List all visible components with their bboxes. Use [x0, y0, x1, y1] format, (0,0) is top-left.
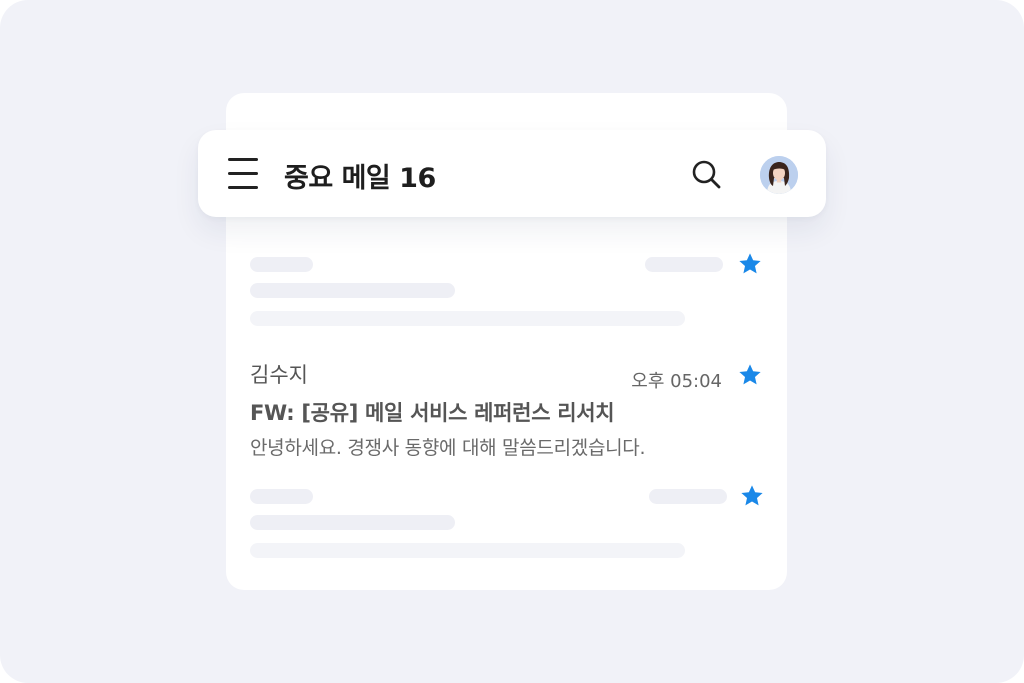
search-icon[interactable] — [690, 158, 722, 190]
page-title: 중요 메일 16 — [284, 163, 436, 194]
top-app-bar: 중요 메일 16 — [198, 130, 826, 217]
menu-icon-line — [228, 172, 258, 175]
mail-sender: 김수지 — [250, 363, 308, 387]
star-icon[interactable] — [739, 483, 765, 509]
mail-preview: 안녕하세요. 경쟁사 동향에 대해 말씀드리겠습니다. — [250, 437, 646, 459]
placeholder-subject — [250, 283, 455, 298]
placeholder-sender — [250, 489, 313, 504]
mail-subject: FW: [공유] 메일 서비스 레퍼런스 리서치 — [250, 401, 615, 425]
menu-icon-line — [228, 186, 258, 189]
placeholder-time — [645, 257, 723, 272]
placeholder-sender — [250, 257, 313, 272]
mail-item[interactable]: 김수지 오후 05:04 FW: [공유] 메일 서비스 레퍼런스 리서치 안녕… — [250, 355, 770, 465]
menu-icon[interactable] — [228, 157, 260, 189]
placeholder-preview — [250, 311, 685, 326]
placeholder-subject — [250, 515, 455, 530]
mail-time: 오후 05:04 — [631, 371, 722, 392]
user-avatar-icon — [760, 156, 798, 194]
placeholder-preview — [250, 543, 685, 558]
placeholder-time — [649, 489, 727, 504]
star-icon[interactable] — [737, 251, 763, 277]
star-icon[interactable] — [737, 362, 763, 388]
menu-icon-line — [228, 158, 258, 161]
app-background: 김수지 오후 05:04 FW: [공유] 메일 서비스 레퍼런스 리서치 안녕… — [0, 0, 1024, 683]
avatar[interactable] — [760, 156, 798, 194]
